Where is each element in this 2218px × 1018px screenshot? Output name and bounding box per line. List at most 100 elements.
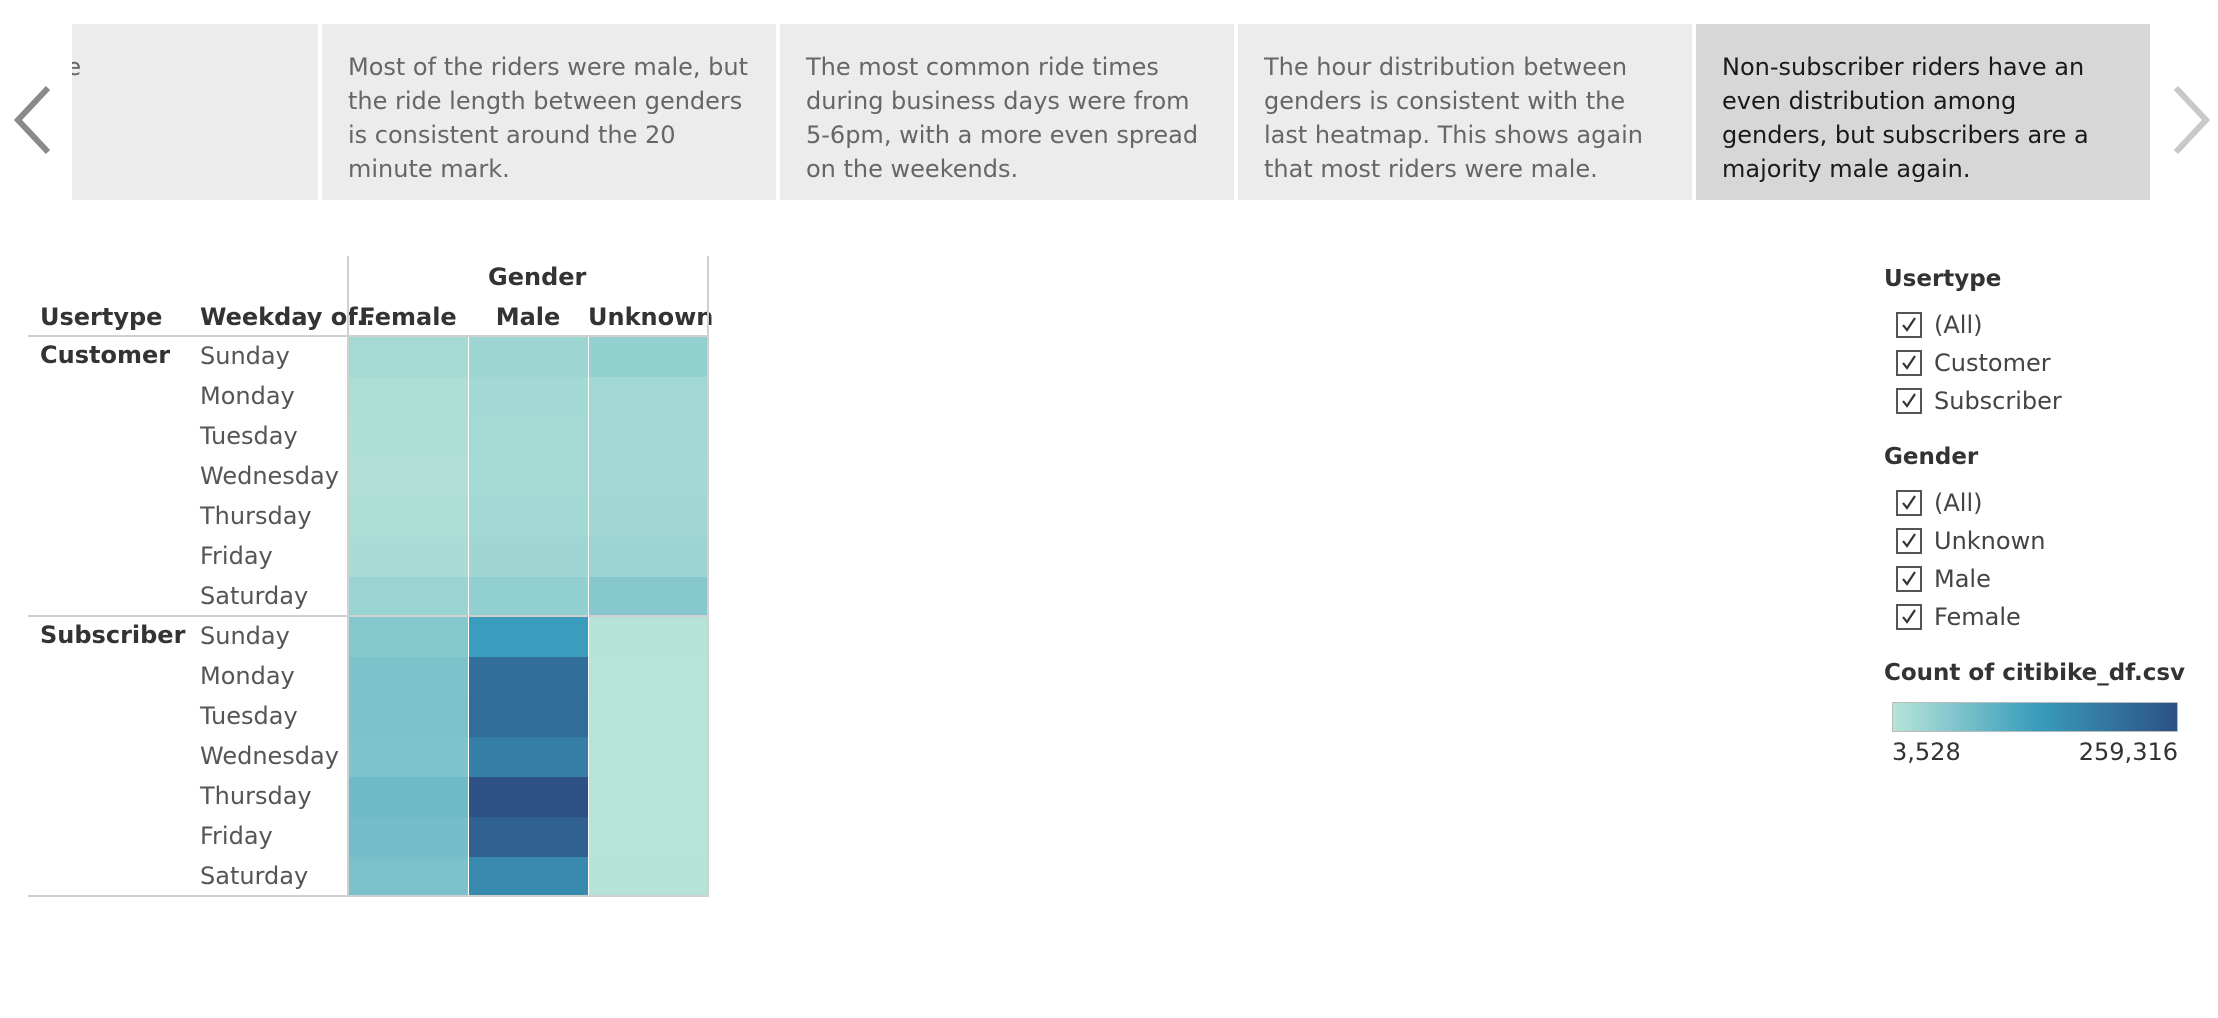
column-header-unknown: Unknown <box>588 303 714 331</box>
story-point-1[interactable]: ibike rides werer, with a peakes. <box>72 24 318 200</box>
row-label-subscriber-saturday: Saturday <box>200 862 309 890</box>
chevron-right-icon <box>2173 85 2211 155</box>
heatmap-cell-subscriber-friday-male[interactable] <box>469 817 588 857</box>
story-point-5-active[interactable]: Non-subscriber riders have an even distr… <box>1696 24 2150 200</box>
heatmap-cell-subscriber-sunday-female[interactable] <box>349 617 468 657</box>
group-label-subscriber: Subscriber <box>40 621 186 649</box>
heatmap-cell-subscriber-saturday-female[interactable] <box>349 857 468 897</box>
heatmap-cell-subscriber-thursday-unknown[interactable] <box>589 777 708 817</box>
header-divider <box>28 335 709 337</box>
heatmap-cell-subscriber-thursday-male[interactable] <box>469 777 588 817</box>
filter-usertype-subscriber[interactable]: Subscriber <box>1896 386 2062 416</box>
heatmap-cell-customer-monday-female[interactable] <box>349 377 468 417</box>
checkmark-icon <box>1902 609 1916 624</box>
checkmark-icon <box>1902 355 1916 370</box>
heatmap-cell-customer-saturday-male[interactable] <box>469 577 588 617</box>
row-label-customer-tuesday: Tuesday <box>200 422 298 450</box>
filter-title-usertype: Usertype <box>1884 266 2002 292</box>
story-point-text: The hour distribution between genders is… <box>1264 53 1643 183</box>
row-label-subscriber-sunday: Sunday <box>200 622 290 650</box>
heatmap-cell-customer-sunday-male[interactable] <box>469 337 588 377</box>
heatmap-cell-customer-thursday-female[interactable] <box>349 497 468 537</box>
table-right-border <box>707 256 709 896</box>
heatmap-cell-customer-saturday-unknown[interactable] <box>589 577 708 617</box>
filter-title-gender: Gender <box>1884 444 1979 470</box>
row-label-subscriber-monday: Monday <box>200 662 295 690</box>
heatmap-cell-subscriber-sunday-unknown[interactable] <box>589 617 708 657</box>
story-point-2[interactable]: Most of the riders were male, but the ri… <box>322 24 776 200</box>
heatmap-cell-customer-wednesday-male[interactable] <box>469 457 588 497</box>
row-label-customer-saturday: Saturday <box>200 582 309 610</box>
filter-label: Male <box>1934 565 1991 593</box>
heatmap-cell-subscriber-tuesday-male[interactable] <box>469 697 588 737</box>
story-point-3[interactable]: The most common ride times during busine… <box>780 24 1234 200</box>
filter-label: (All) <box>1934 311 1983 339</box>
header-divider-vertical <box>347 256 349 896</box>
checkbox[interactable] <box>1896 490 1922 516</box>
column-header-female: Female <box>359 303 457 331</box>
heatmap-cell-customer-sunday-female[interactable] <box>349 337 468 377</box>
heatmap-cell-subscriber-tuesday-female[interactable] <box>349 697 468 737</box>
heatmap-cell-subscriber-friday-female[interactable] <box>349 817 468 857</box>
checkbox[interactable] <box>1896 350 1922 376</box>
checkbox[interactable] <box>1896 388 1922 414</box>
filter-gender-female[interactable]: Female <box>1896 602 2021 632</box>
heatmap-cell-customer-tuesday-unknown[interactable] <box>589 417 708 457</box>
filter-label: Female <box>1934 603 2021 631</box>
checkbox[interactable] <box>1896 566 1922 592</box>
heatmap-cell-customer-monday-male[interactable] <box>469 377 588 417</box>
heatmap-cell-customer-saturday-female[interactable] <box>349 577 468 617</box>
heatmap-cell-customer-wednesday-female[interactable] <box>349 457 468 497</box>
column-header-male: Male <box>495 303 561 331</box>
heatmap-cell-subscriber-saturday-male[interactable] <box>469 857 588 897</box>
heatmap-cell-subscriber-friday-unknown[interactable] <box>589 817 708 857</box>
heatmap-cell-customer-thursday-unknown[interactable] <box>589 497 708 537</box>
filter-usertype-all[interactable]: (All) <box>1896 310 1982 340</box>
group-divider <box>28 615 709 617</box>
heatmap-cell-customer-tuesday-female[interactable] <box>349 417 468 457</box>
filter-gender-male[interactable]: Male <box>1896 564 1991 594</box>
checkbox[interactable] <box>1896 312 1922 338</box>
heatmap-cell-subscriber-wednesday-unknown[interactable] <box>589 737 708 777</box>
row-label-customer-wednesday: Wednesday <box>200 462 339 490</box>
story-point-text: The most common ride times during busine… <box>806 53 1199 183</box>
next-story-point-button[interactable] <box>2158 80 2218 160</box>
checkbox[interactable] <box>1896 528 1922 554</box>
heatmap-cell-subscriber-saturday-unknown[interactable] <box>589 857 708 897</box>
heatmap-cell-subscriber-monday-unknown[interactable] <box>589 657 708 697</box>
filter-gender-all[interactable]: (All) <box>1896 488 1982 518</box>
checkbox[interactable] <box>1896 604 1922 630</box>
column-group-header: Gender <box>488 263 587 291</box>
row-label-customer-monday: Monday <box>200 382 295 410</box>
filter-gender-unknown[interactable]: Unknown <box>1896 526 2045 556</box>
table-bottom-border <box>28 895 709 897</box>
heatmap-cell-subscriber-tuesday-unknown[interactable] <box>589 697 708 737</box>
checkmark-icon <box>1902 393 1916 408</box>
row-label-customer-thursday: Thursday <box>200 502 312 530</box>
color-legend-title: Count of citibike_df.csv <box>1884 660 2186 686</box>
heatmap-cell-customer-tuesday-male[interactable] <box>469 417 588 457</box>
heatmap-cell-customer-sunday-unknown[interactable] <box>589 337 708 377</box>
filter-usertype-customer[interactable]: Customer <box>1896 348 2051 378</box>
heatmap-cell-customer-friday-female[interactable] <box>349 537 468 577</box>
group-label-customer: Customer <box>40 341 171 369</box>
row-label-customer-sunday: Sunday <box>200 342 290 370</box>
heatmap-cell-subscriber-wednesday-male[interactable] <box>469 737 588 777</box>
row-label-subscriber-thursday: Thursday <box>200 782 312 810</box>
filter-label: Customer <box>1934 349 2051 377</box>
row-label-subscriber-wednesday: Wednesday <box>200 742 339 770</box>
heatmap-cell-customer-friday-unknown[interactable] <box>589 537 708 577</box>
heatmap-cell-customer-thursday-male[interactable] <box>469 497 588 537</box>
heatmap-cell-subscriber-monday-female[interactable] <box>349 657 468 697</box>
heatmap-cell-customer-friday-male[interactable] <box>469 537 588 577</box>
checkmark-icon <box>1902 495 1916 510</box>
heatmap-cell-subscriber-wednesday-female[interactable] <box>349 737 468 777</box>
heatmap-cell-customer-monday-unknown[interactable] <box>589 377 708 417</box>
heatmap-cell-subscriber-monday-male[interactable] <box>469 657 588 697</box>
heatmap-cell-customer-wednesday-unknown[interactable] <box>589 457 708 497</box>
story-point-4[interactable]: The hour distribution between genders is… <box>1238 24 1692 200</box>
heatmap-cell-subscriber-thursday-female[interactable] <box>349 777 468 817</box>
heatmap-cell-subscriber-sunday-male[interactable] <box>469 617 588 657</box>
chevron-left-icon <box>13 85 51 155</box>
previous-story-point-button[interactable] <box>6 80 66 160</box>
